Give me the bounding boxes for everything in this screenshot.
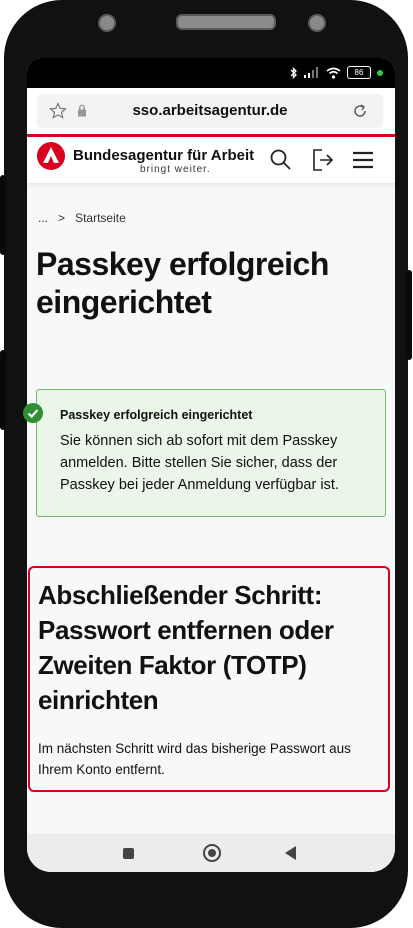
wifi-icon bbox=[326, 67, 341, 79]
search-icon[interactable] bbox=[268, 147, 294, 173]
final-step-text: Im nächsten Schritt wird das bisherige P… bbox=[38, 741, 351, 777]
bluetooth-icon bbox=[290, 66, 297, 79]
home-button[interactable] bbox=[203, 844, 221, 862]
screen: 86 sso.arbeitsagentur.de Bundesagentur f… bbox=[27, 58, 395, 872]
breadcrumb: ... > Startseite bbox=[38, 211, 126, 225]
side-button-left bbox=[0, 350, 6, 430]
power-button bbox=[406, 270, 412, 360]
ba-logo[interactable] bbox=[37, 142, 65, 170]
system-nav-bar bbox=[27, 834, 395, 872]
final-step-section: Abschließender Schritt: Passwort entfern… bbox=[28, 566, 390, 792]
brand-name: Bundesagentur für Arbeit bbox=[73, 147, 255, 164]
phone-frame: 86 sso.arbeitsagentur.de Bundesagentur f… bbox=[0, 0, 412, 928]
status-bar: 86 bbox=[27, 58, 395, 88]
breadcrumb-current[interactable]: Startseite bbox=[75, 211, 126, 225]
menu-icon[interactable] bbox=[350, 147, 376, 173]
status-dot bbox=[377, 69, 383, 76]
site-header: Bundesagentur für Arbeit bringt weiter. bbox=[27, 137, 395, 183]
url-text: sso.arbeitsagentur.de bbox=[132, 102, 288, 119]
final-step-title: Abschließender Schritt: Passwort entfern… bbox=[38, 580, 334, 715]
browser-address-bar: sso.arbeitsagentur.de bbox=[27, 88, 395, 136]
signal-icon bbox=[304, 67, 318, 78]
alert-title: Passkey erfolgreich eingerichtet bbox=[60, 408, 253, 422]
alert-text: Sie können sich ab sofort mit dem Passke… bbox=[60, 433, 339, 493]
url-field[interactable]: sso.arbeitsagentur.de bbox=[37, 94, 383, 128]
speaker-grille bbox=[176, 14, 276, 30]
volume-button bbox=[0, 175, 6, 255]
sensor bbox=[308, 14, 326, 32]
front-camera bbox=[98, 14, 116, 32]
logout-icon[interactable] bbox=[310, 147, 336, 173]
reload-icon[interactable] bbox=[351, 102, 369, 120]
success-alert: Passkey erfolgreich eingerichtet Sie kön… bbox=[36, 389, 386, 517]
logo-icon bbox=[43, 147, 59, 163]
recents-button[interactable] bbox=[123, 848, 134, 859]
brand-tagline: bringt weiter. bbox=[140, 164, 211, 175]
battery-indicator: 86 bbox=[347, 66, 371, 79]
back-button[interactable] bbox=[285, 846, 296, 860]
breadcrumb-ellipsis[interactable]: ... bbox=[38, 211, 48, 225]
breadcrumb-separator: > bbox=[58, 211, 66, 225]
page-title: Passkey erfolgreich eingerichtet bbox=[36, 246, 329, 320]
